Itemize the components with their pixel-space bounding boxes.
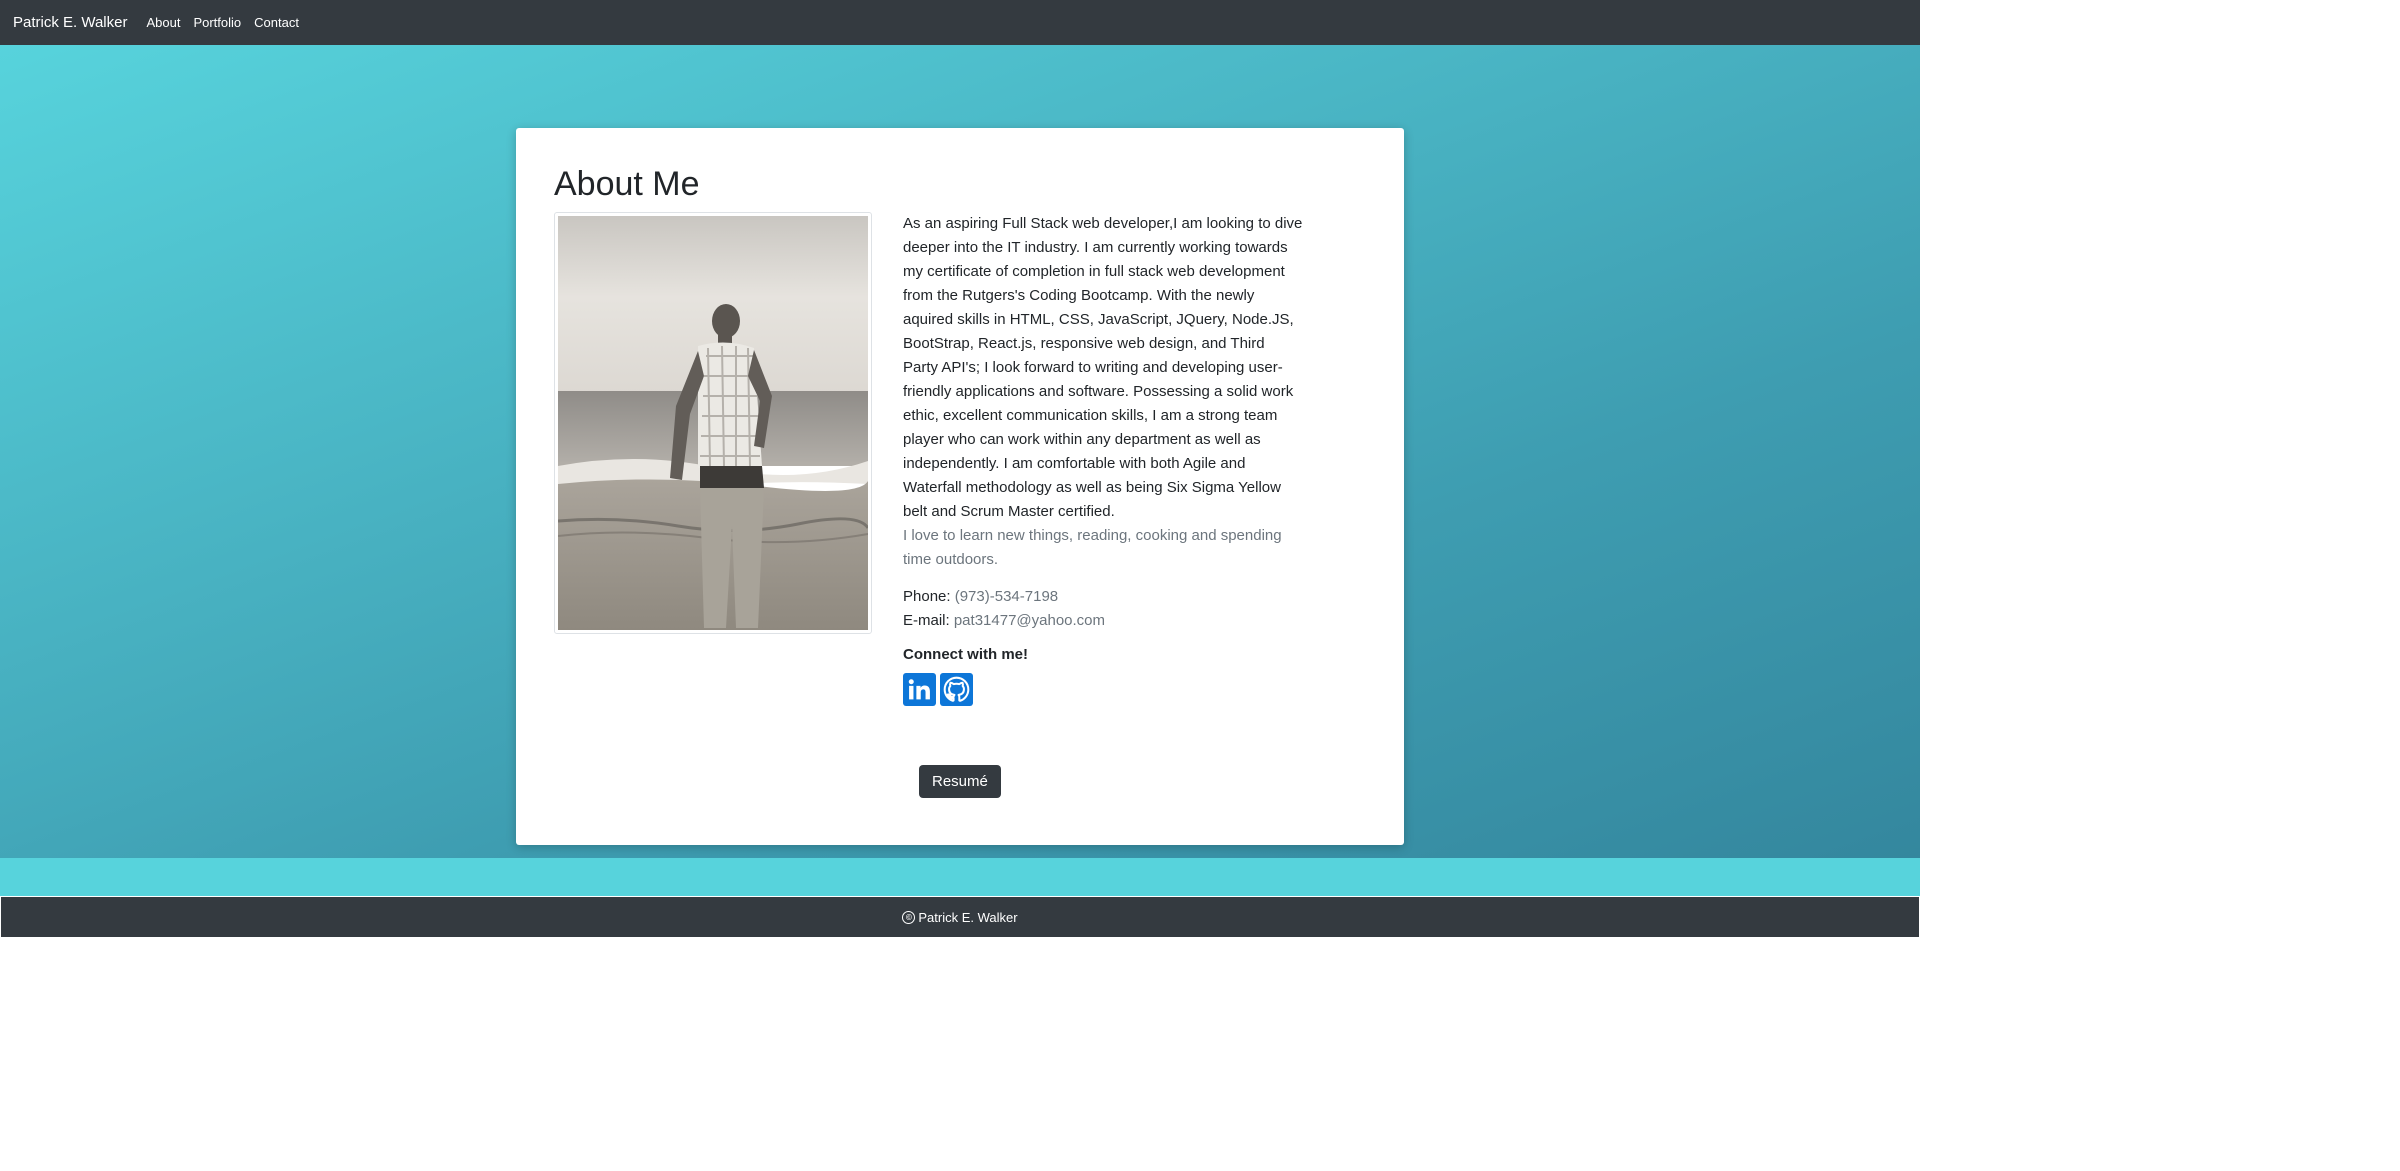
beach-photo-image [558, 216, 868, 630]
about-card: About Me As an aspiring Full Stack web d… [516, 128, 1404, 845]
copyright-icon: © [902, 910, 916, 924]
about-text: As an aspiring Full Stack web developer,… [903, 212, 1303, 706]
github-icon[interactable] [940, 673, 973, 706]
email-address: pat31477@yahoo.com [953, 612, 1106, 629]
nav-link-about[interactable]: About [146, 15, 180, 30]
site: Patrick E. Walker About Portfolio Contac… [0, 0, 1920, 937]
linkedin-logo [908, 679, 930, 700]
footer-text: Patrick E. Walker [918, 909, 1018, 925]
navbar: Patrick E. Walker About Portfolio Contac… [0, 0, 1920, 45]
page-title: About Me [554, 165, 700, 203]
nav-link-contact[interactable]: Contact [254, 15, 299, 30]
linkedin-icon[interactable] [903, 673, 936, 706]
hobbies-text: I love to learn new things, reading, coo… [903, 527, 1282, 568]
social-links [903, 673, 1303, 706]
email-row: E-mail: pat31477@yahoo.com [903, 609, 1303, 633]
footer-band [0, 858, 1920, 896]
hero-background: About Me As an aspiring Full Stack web d… [0, 45, 1920, 858]
bio-paragraph: As an aspiring Full Stack web developer,… [903, 215, 1303, 520]
email-label: E-mail: [903, 612, 950, 629]
phone-number: (973)-534-7198 [954, 588, 1059, 605]
phone-label: Phone: [903, 588, 951, 605]
resume-button[interactable]: Resumé [919, 765, 1001, 798]
nav-link-portfolio[interactable]: Portfolio [193, 15, 241, 30]
brand-link[interactable]: Patrick E. Walker [13, 14, 127, 31]
contact-info: Phone: (973)-534-7198 E-mail: pat31477@y… [903, 585, 1303, 633]
profile-photo [554, 212, 872, 634]
phone-row: Phone: (973)-534-7198 [903, 585, 1303, 609]
connect-heading: Connect with me! [903, 646, 1029, 663]
github-logo [943, 676, 970, 702]
footer: © Patrick E. Walker [1, 897, 1919, 937]
